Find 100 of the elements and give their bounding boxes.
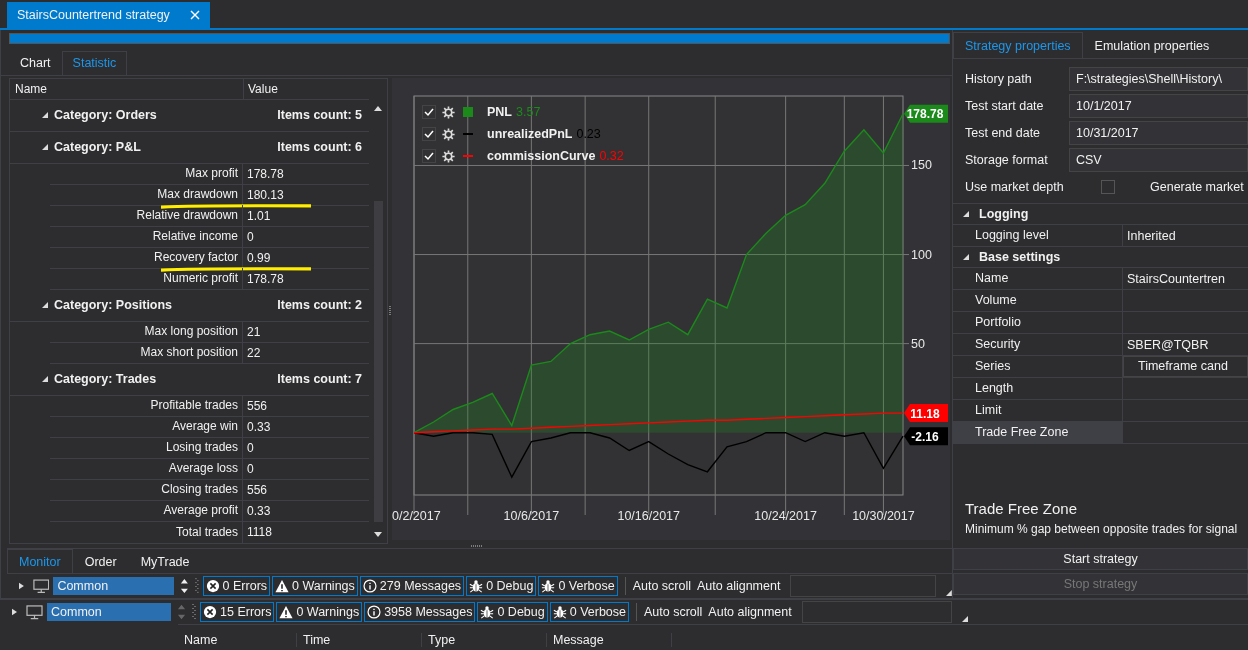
- properties-tab[interactable]: Emulation properties: [1082, 32, 1222, 58]
- property-row[interactable]: Length: [953, 378, 1248, 400]
- category-row[interactable]: Base settings: [953, 247, 1248, 268]
- info-icon: [367, 605, 382, 619]
- category-row[interactable]: Category: P&L Items count: 6: [10, 131, 370, 164]
- series-checkbox[interactable]: [422, 105, 436, 120]
- log-filter-button[interactable]: 0 Verbose: [538, 576, 618, 596]
- expand-arrow-icon[interactable]: [42, 144, 48, 151]
- auto-scroll-toggle[interactable]: Auto scroll: [644, 605, 703, 619]
- document-tab[interactable]: StairsCountertrend strategy: [7, 2, 210, 28]
- column-header[interactable]: Message: [547, 633, 672, 647]
- view-tab[interactable]: Statistic: [61, 50, 128, 75]
- expand-arrow-icon[interactable]: [42, 376, 48, 383]
- log-filter-button[interactable]: 15 Errors: [200, 602, 275, 622]
- properties-tab[interactable]: Strategy properties: [953, 32, 1083, 58]
- column-header[interactable]: Name: [178, 633, 297, 647]
- property-value[interactable]: Inherited: [1123, 228, 1176, 243]
- category-row[interactable]: Category: Positions Items count: 2: [10, 289, 370, 322]
- dropdown-field[interactable]: Timeframe cand: [1123, 356, 1248, 377]
- expand-arrow-icon[interactable]: [963, 254, 969, 260]
- splitter-grip-icon[interactable]: [470, 544, 483, 547]
- expand-arrow-icon[interactable]: [12, 608, 17, 616]
- checkbox[interactable]: [1101, 180, 1115, 194]
- error-icon: [205, 579, 220, 593]
- monitor-tab[interactable]: Order: [72, 549, 129, 573]
- category-row[interactable]: Logging: [953, 204, 1248, 225]
- log-filter-button[interactable]: 0 Debug: [477, 602, 548, 622]
- column-header[interactable]: Value: [244, 78, 278, 99]
- close-icon[interactable]: [189, 10, 200, 20]
- stat-name: Average profit: [50, 500, 243, 522]
- property-row[interactable]: Portfolio: [953, 312, 1248, 334]
- value-tag: 178.78: [904, 104, 948, 123]
- series-checkbox[interactable]: [422, 149, 436, 164]
- stat-value: 0.99: [246, 250, 271, 265]
- property-name: Length: [953, 378, 1123, 399]
- property-value[interactable]: SBER@TQBR: [1123, 337, 1209, 352]
- log-filter-button[interactable]: 3958 Messages: [364, 602, 476, 622]
- legend-value: 3.57: [516, 105, 541, 120]
- warning-icon: [279, 605, 294, 619]
- log-filter-button[interactable]: 279 Messages: [359, 576, 465, 596]
- stat-name: Average win: [50, 416, 243, 438]
- stat-name: Numeric profit: [50, 268, 243, 290]
- auto-alignment-toggle[interactable]: Auto alignment: [708, 605, 792, 619]
- property-row[interactable]: Series Timeframe cand: [953, 356, 1248, 378]
- expand-arrow-icon[interactable]: [42, 112, 48, 119]
- column-header[interactable]: Name: [10, 78, 244, 99]
- property-row[interactable]: Name StairsCountertren: [953, 268, 1248, 290]
- stat-name: Relative drawdown: [50, 205, 243, 227]
- expand-arrow-icon[interactable]: [19, 582, 24, 590]
- input-field[interactable]: 10/31/2017: [1069, 121, 1248, 145]
- property-value[interactable]: StairsCountertren: [1123, 271, 1225, 286]
- category-row[interactable]: Category: Trades Items count: 7: [10, 363, 370, 396]
- auto-alignment-toggle[interactable]: Auto alignment: [697, 579, 781, 593]
- view-tab[interactable]: Chart: [9, 50, 62, 75]
- category-row[interactable]: Category: Orders Items count: 5: [10, 99, 370, 132]
- monitor-tab[interactable]: Monitor: [7, 549, 73, 573]
- property-row[interactable]: Volume: [953, 290, 1248, 312]
- property-row[interactable]: Logging level Inherited: [953, 225, 1248, 247]
- log-filter-button[interactable]: 0 Verbose: [549, 602, 629, 622]
- input-field[interactable]: CSV: [1069, 148, 1248, 172]
- monitor-tab[interactable]: MyTrade: [128, 549, 202, 573]
- property-row[interactable]: Trade Free Zone: [953, 422, 1248, 444]
- category-title: Category: Positions: [54, 298, 174, 313]
- scroll-down-icon[interactable]: [374, 531, 383, 537]
- settings-icon[interactable]: [442, 149, 455, 163]
- auto-scroll-toggle[interactable]: Auto scroll: [632, 579, 691, 593]
- stat-value: 0: [246, 461, 254, 476]
- spinner-arrows-icon[interactable]: [179, 577, 189, 595]
- input-field[interactable]: F:\strategies\Shell\History\: [1069, 67, 1248, 91]
- input-field[interactable]: 10/1/2017: [1069, 94, 1248, 118]
- info-icon: [362, 579, 377, 593]
- property-name: Portfolio: [953, 312, 1123, 333]
- column-header[interactable]: Type: [422, 633, 547, 647]
- log-filter-button[interactable]: 0 Errors: [202, 576, 271, 596]
- bug-icon: [552, 605, 567, 619]
- x-tick-label: 10/30/2017: [852, 508, 915, 523]
- log-filter-button[interactable]: 0 Warnings: [276, 602, 363, 622]
- category-title: Category: Trades: [54, 372, 158, 387]
- field-label: Use market depth: [965, 180, 1065, 194]
- stat-value: 22: [246, 345, 261, 360]
- property-name: Series: [953, 356, 1123, 377]
- stat-value: 0: [246, 229, 254, 244]
- column-header[interactable]: Time: [297, 633, 422, 647]
- log-filter-button[interactable]: 0 Debug: [466, 576, 537, 596]
- stat-name: Losing trades: [50, 437, 243, 459]
- strategy-button[interactable]: Start strategy: [953, 548, 1248, 570]
- stat-name: Max long position: [50, 321, 243, 343]
- settings-icon[interactable]: [442, 105, 455, 119]
- expand-arrow-icon[interactable]: [42, 302, 48, 309]
- property-row[interactable]: Security SBER@TQBR: [953, 334, 1248, 356]
- x-tick-label: 10/6/2017: [503, 508, 560, 523]
- log-filter-button[interactable]: 0 Warnings: [272, 576, 358, 596]
- settings-icon[interactable]: [442, 127, 455, 141]
- source-selector[interactable]: Common: [53, 577, 174, 595]
- stat-value: 0.33: [246, 503, 271, 518]
- series-checkbox[interactable]: [422, 127, 436, 142]
- description-text: Minimum % gap between opposite trades for signal: [965, 522, 1239, 536]
- expand-arrow-icon[interactable]: [963, 211, 969, 217]
- scroll-up-icon[interactable]: [374, 105, 383, 111]
- source-selector[interactable]: Common: [47, 603, 171, 621]
